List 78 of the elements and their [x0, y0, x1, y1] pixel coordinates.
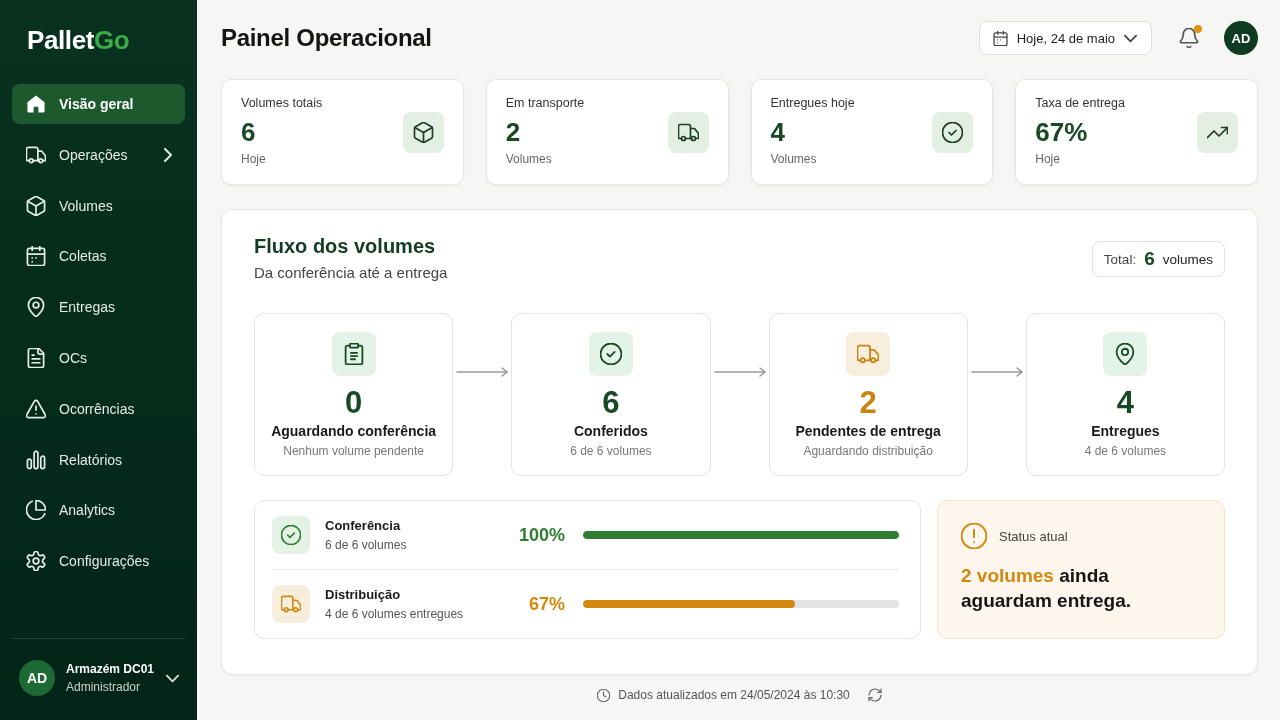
arrow-right-icon [713, 367, 766, 377]
stat-caption: Volumes [770, 151, 817, 167]
section-subtitle: Da conferência até a entrega [254, 263, 448, 283]
page-title: Painel Operacional [221, 24, 432, 52]
step-count: 0 [345, 385, 363, 421]
step-caption: 4 de 6 volumes [1084, 443, 1167, 459]
logo: PalletGo [27, 25, 130, 55]
step-count: 6 [602, 385, 620, 421]
nav-item[interactable]: Volumes [12, 185, 185, 226]
status-label: Status atual [999, 528, 1068, 544]
stat-value: 2 [505, 116, 521, 149]
truck-icon [667, 111, 709, 153]
nav-item[interactable]: Relatórios [12, 439, 185, 480]
stat-label: Volumes totais [241, 95, 323, 112]
refresh-icon[interactable] [867, 688, 882, 702]
pie-chart-icon [26, 500, 46, 521]
date-picker[interactable]: Hoje, 24 de maio [978, 21, 1152, 55]
warning-icon [26, 398, 46, 419]
stat-caption: Volumes [505, 151, 552, 167]
clock-icon [597, 688, 611, 702]
step-title: Conferidos [573, 422, 648, 441]
bell-icon[interactable] [1179, 28, 1199, 48]
bar-chart-icon [26, 449, 46, 470]
truck-icon [272, 585, 310, 623]
progress-percent: 67% [528, 593, 565, 615]
section-title: Fluxo dos volumes [254, 234, 436, 259]
map-pin-icon [1103, 332, 1148, 376]
nav-item[interactable]: Visão geral [12, 84, 185, 124]
stat-value: 6 [241, 116, 256, 149]
nav-item[interactable]: Coletas [12, 236, 185, 277]
alert-icon [961, 523, 987, 549]
user-role: Administrador [66, 680, 141, 694]
progress-caption: 4 de 6 volumes entregues [325, 606, 464, 622]
user-avatar[interactable]: AD [1224, 21, 1258, 55]
box-icon [402, 111, 444, 153]
status-message: 2 volumes ainda aguardam entrega. [961, 564, 1132, 613]
truck-icon [26, 144, 46, 165]
home-icon [26, 94, 46, 114]
stat-label: Em transporte [505, 95, 585, 112]
user-avatar[interactable]: AD [19, 660, 55, 696]
progress-percent: 100% [518, 524, 565, 546]
nav-item[interactable]: Ocorrências [12, 388, 185, 429]
stat-caption: Hoje [241, 151, 266, 167]
progress-label: Conferência [325, 517, 401, 535]
nav-item[interactable]: Entregas [12, 287, 185, 328]
stat-value: 4 [770, 116, 785, 149]
truck-icon [846, 332, 891, 376]
map-pin-icon [26, 297, 46, 318]
step-caption: Nenhum volume pendente [283, 443, 424, 459]
step-title: Pendentes de entrega [795, 422, 941, 441]
stat-label: Taxa de entrega [1035, 95, 1125, 112]
nav-item[interactable]: OCs [12, 338, 185, 378]
arrow-right-icon [970, 367, 1023, 377]
step-count: 4 [1116, 385, 1134, 421]
settings-icon [26, 551, 46, 572]
user-name: Armazém DC01 [66, 662, 155, 676]
step-caption: 6 de 6 volumes [570, 443, 652, 459]
nav-item[interactable]: Configurações [12, 541, 185, 582]
step-title: Entregues [1091, 422, 1160, 441]
clipboard-icon [331, 332, 376, 376]
calendar-icon [26, 246, 46, 267]
step-title: Aguardando conferência [271, 422, 437, 441]
stat-caption: Hoje [1035, 151, 1060, 167]
nav-item[interactable]: Analytics [12, 490, 185, 531]
arrow-right-icon [456, 367, 509, 377]
update-timestamp: Dados atualizados em 24/05/2024 às 10:30 [618, 688, 850, 702]
progress-label: Distribuição [325, 586, 401, 604]
trending-up-icon [1197, 111, 1238, 153]
progress-caption: 6 de 6 volumes [325, 537, 407, 553]
stat-label: Entregues hoje [770, 95, 855, 112]
box-icon [26, 195, 46, 216]
calendar-icon [992, 30, 1008, 46]
total-summary: Total: 6 volumes [1091, 241, 1225, 277]
step-count: 2 [859, 385, 877, 421]
document-icon [26, 348, 46, 368]
nav-item[interactable]: Operações [12, 134, 185, 175]
stat-value: 67% [1035, 116, 1088, 149]
step-caption: Aguardando distribuição [803, 443, 933, 459]
